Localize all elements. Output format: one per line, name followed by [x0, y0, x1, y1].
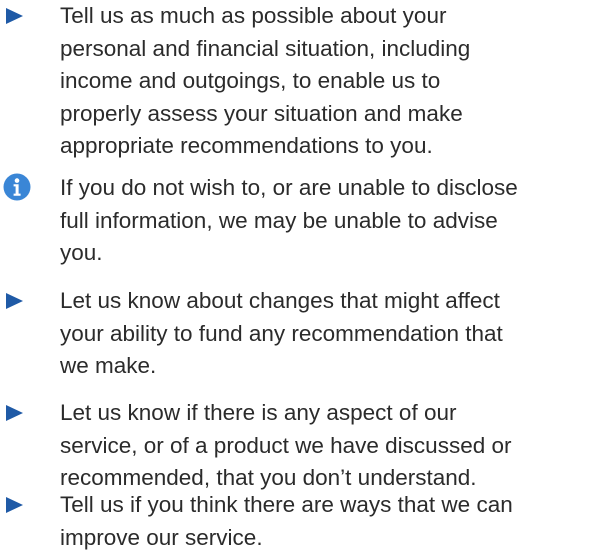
info-icon: [3, 173, 31, 201]
text-line: properly assess your situation and make: [60, 100, 463, 126]
info-note-text: If you do not wish to, or are unable to …: [60, 172, 590, 270]
text-line: Tell us if you think there are ways that…: [60, 492, 513, 517]
text-line: personal and financial situation, includ…: [60, 35, 471, 61]
text-line: service, or of a product we have discuss…: [60, 432, 512, 458]
text-line: Tell us as much as possible about your: [60, 3, 447, 28]
list-item-text: Tell us if you think there are ways that…: [60, 489, 590, 554]
document-page: Tell us as much as possible about your p…: [0, 0, 593, 560]
arrow-bullet-icon: [6, 293, 23, 309]
text-line: your ability to fund any recommendation …: [60, 320, 503, 346]
text-line: appropriate recommendations to you.: [60, 133, 433, 158]
text-line: full information, we may be unable to ad…: [60, 207, 498, 233]
arrow-bullet-icon: [6, 497, 23, 513]
text-line: you.: [60, 240, 103, 265]
text-line: improve our service.: [60, 524, 263, 550]
text-line: If you do not wish to, or are unable to …: [60, 175, 518, 200]
arrow-bullet-icon: [6, 8, 23, 24]
text-line: Let us know about changes that might aff…: [60, 288, 500, 313]
text-line: we make.: [60, 353, 157, 378]
list-item-text: Tell us as much as possible about your p…: [60, 0, 590, 163]
arrow-bullet-icon: [6, 405, 23, 421]
text-line: Let us know if there is any aspect of ou…: [60, 400, 457, 425]
list-item-text: Let us know about changes that might aff…: [60, 285, 590, 383]
text-line: income and outgoings, to enable us to: [60, 68, 441, 93]
list-item-text: Let us know if there is any aspect of ou…: [60, 397, 590, 495]
